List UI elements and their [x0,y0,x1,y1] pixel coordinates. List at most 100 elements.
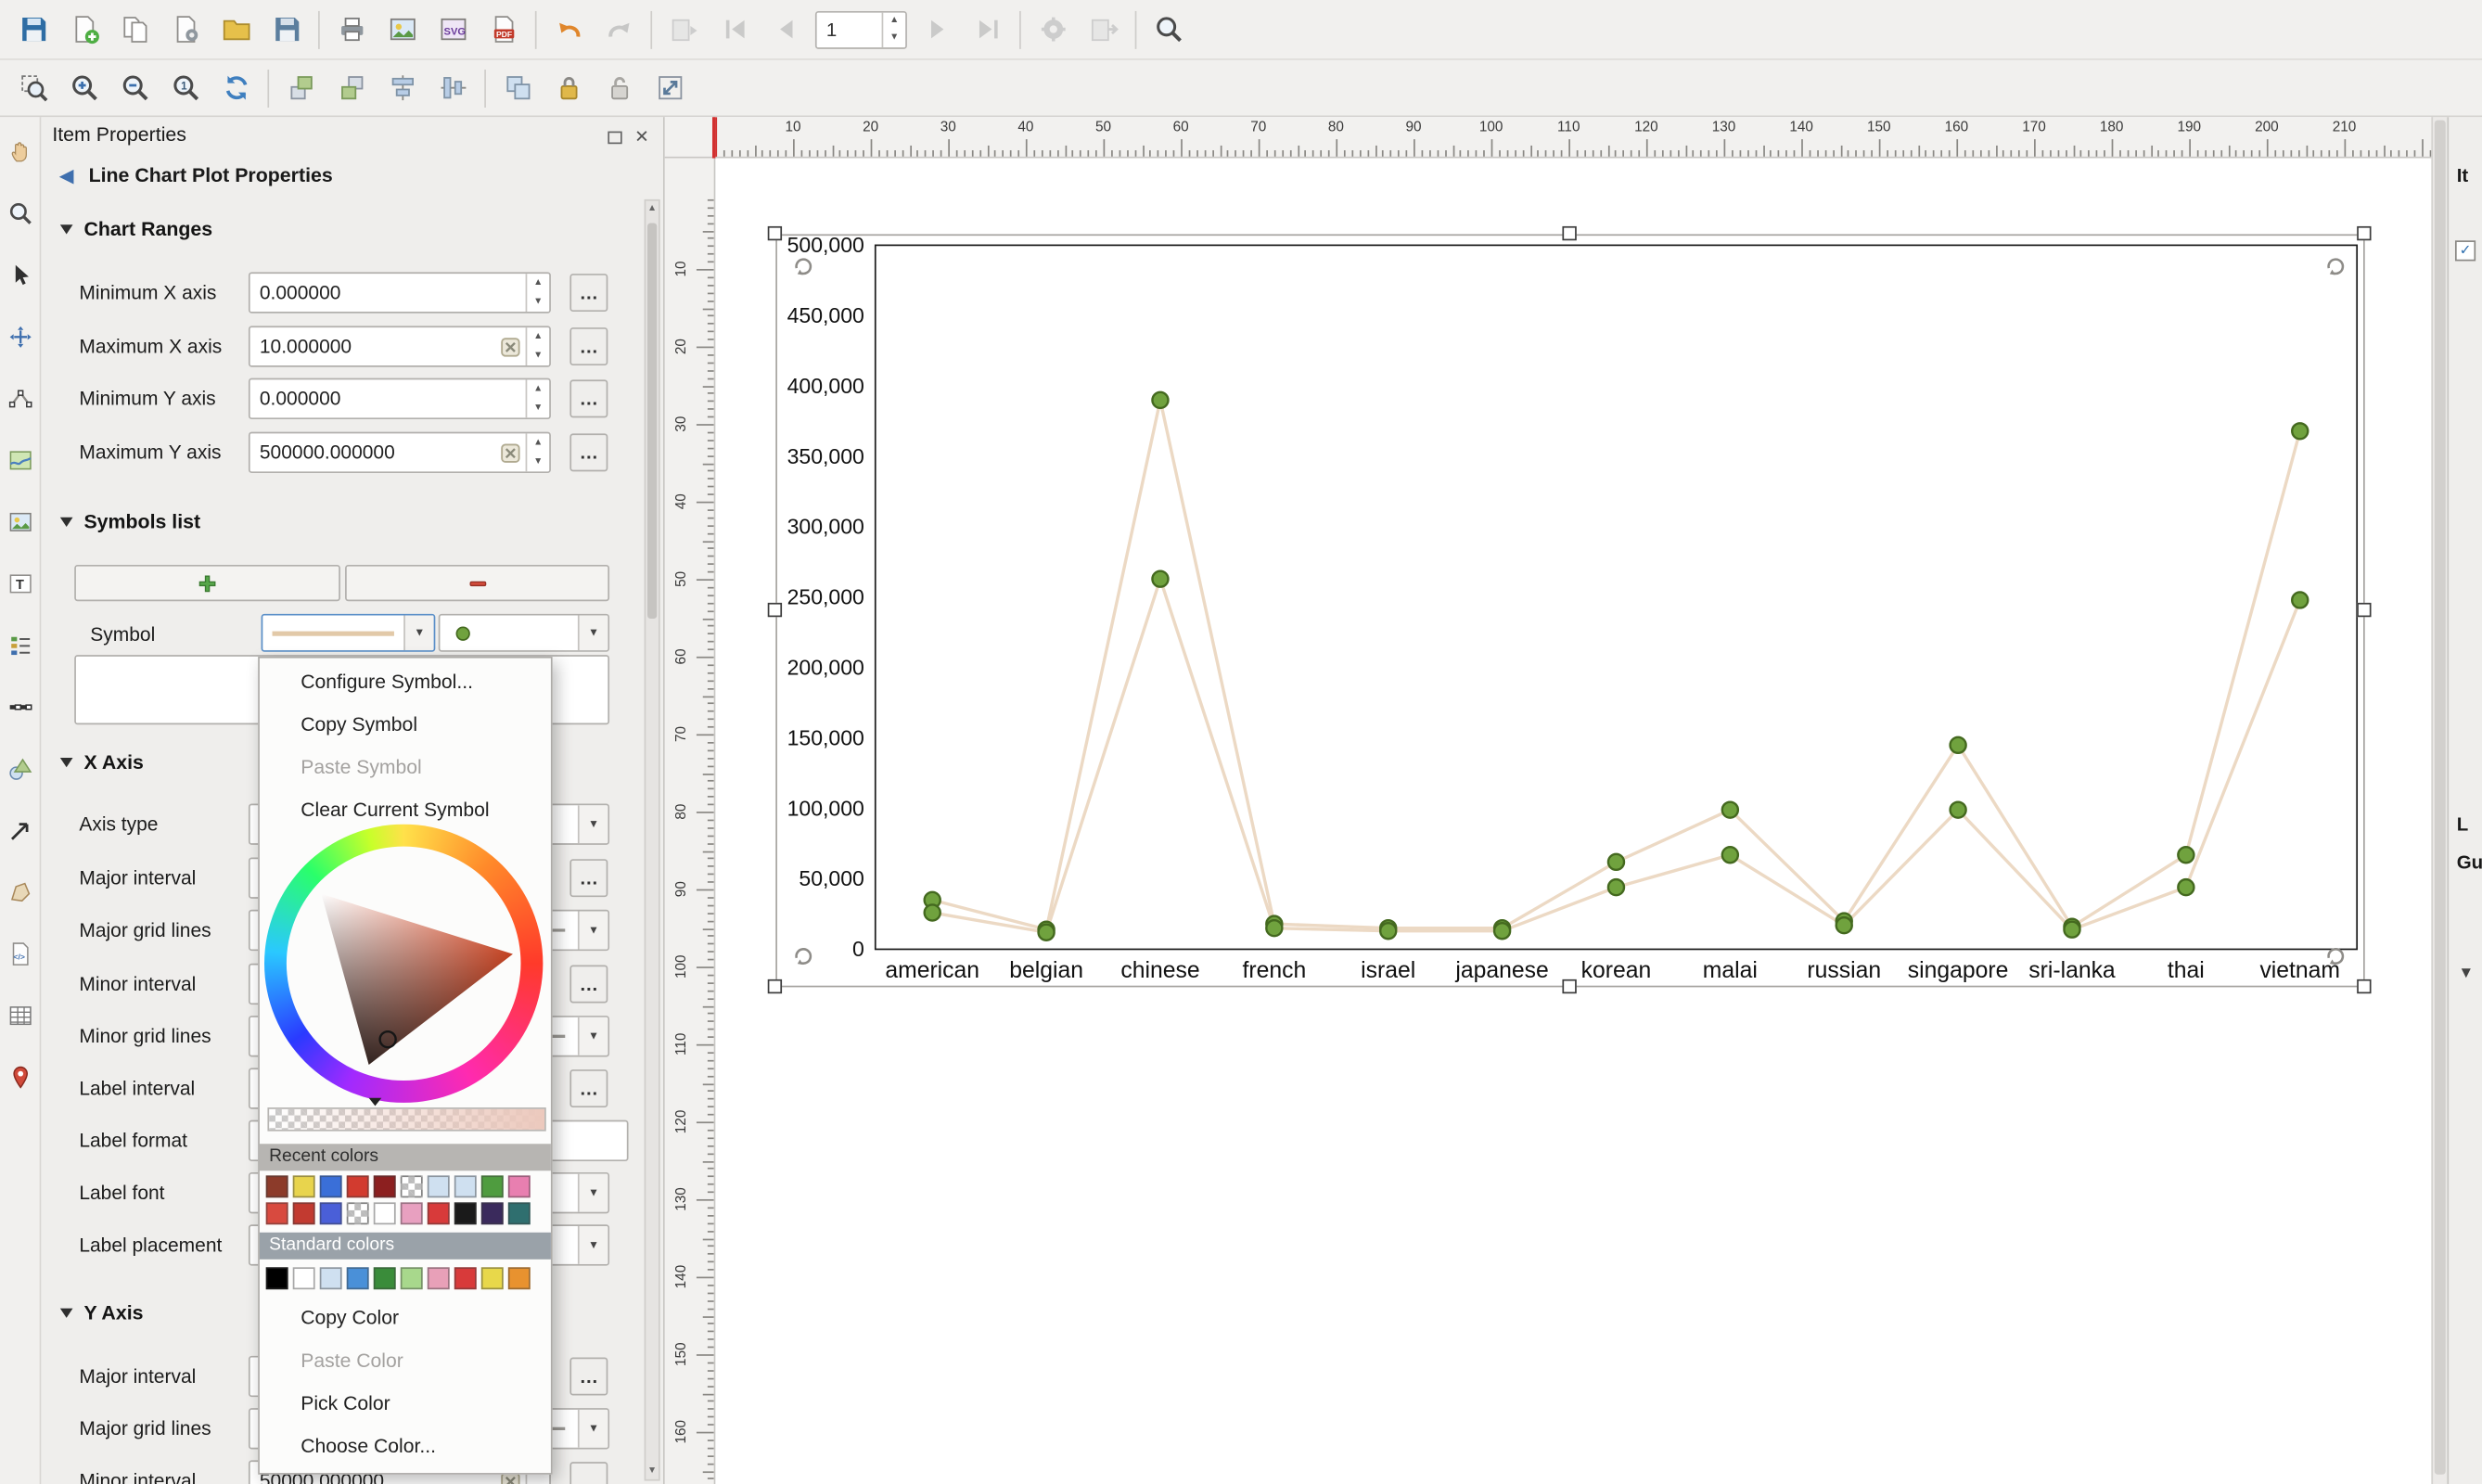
selection-handle[interactable] [768,979,782,993]
add-arrow-tool-button[interactable] [4,814,35,846]
selection-handle[interactable] [768,603,782,617]
selection-handle[interactable] [1562,979,1576,993]
layout-manager-button[interactable] [161,6,209,53]
data-defined-override-button[interactable]: … [569,274,608,312]
zoom-out-button[interactable] [110,64,158,111]
color-swatch[interactable] [481,1202,504,1224]
selection-handle[interactable] [768,226,782,240]
pan-tool-tool-button[interactable] [4,136,35,168]
spinner-arrows-icon[interactable]: ▲▼ [526,379,550,417]
line-symbol-dropdown[interactable]: ▼ [262,614,436,652]
add-legend-tool-button[interactable] [4,630,35,661]
section-chart-ranges[interactable]: Chart Ranges [60,218,212,240]
canvas-vertical-scrollbar[interactable] [2431,117,2447,1484]
color-swatch[interactable] [454,1267,477,1289]
color-swatch[interactable] [454,1202,477,1224]
load-template-button[interactable] [212,6,260,53]
range-spinbox[interactable]: 10.000000▲▼ [249,326,551,366]
section-y-axis[interactable]: Y Axis [60,1302,144,1324]
data-defined-override-button[interactable]: … [569,433,608,471]
add-marker-tool-button[interactable] [4,1062,35,1094]
raise-items-button[interactable] [277,64,325,111]
export-image-button[interactable] [378,6,426,53]
spinner-arrows-icon[interactable]: ▲▼ [526,327,550,365]
color-swatch[interactable] [481,1267,504,1289]
data-defined-override-button[interactable]: … [569,966,608,1004]
color-swatch[interactable] [481,1175,504,1197]
color-swatch[interactable] [401,1175,423,1197]
add-symbol-button[interactable] [74,565,340,601]
duplicate-layout-button[interactable] [110,6,158,53]
color-swatch[interactable] [428,1202,450,1224]
guides-dock-label[interactable]: Gu [2457,851,2482,874]
color-swatch[interactable] [320,1267,342,1289]
atlas-preview-button[interactable] [660,6,708,53]
color-swatch[interactable] [293,1267,315,1289]
spinner-arrows-icon[interactable]: ▲▼ [526,274,550,312]
color-swatch[interactable] [454,1175,477,1197]
color-swatch[interactable] [266,1267,288,1289]
color-swatch[interactable] [508,1175,531,1197]
add-node-item-tool-button[interactable] [4,876,35,908]
page-number-input[interactable]: 1▲▼ [815,10,907,48]
zoom-in-button[interactable] [60,64,108,111]
color-swatch[interactable] [508,1202,531,1224]
panel-scrollbar[interactable]: ▲ ▼ [645,199,660,1481]
clear-value-icon[interactable] [500,442,520,463]
color-swatch[interactable] [320,1202,342,1224]
undo-button[interactable] [544,6,592,53]
export-svg-button[interactable]: SVG [429,6,476,53]
range-spinbox[interactable]: 500000.000000▲▼ [249,432,551,473]
back-icon[interactable]: ◀ [54,163,79,188]
move-content-tool-button[interactable] [4,321,35,352]
data-defined-override-button[interactable]: … [569,859,608,897]
edit-nodes-tool-button[interactable] [4,383,35,415]
color-swatch[interactable] [293,1175,315,1197]
color-swatch[interactable] [374,1202,396,1224]
selection-handle[interactable] [1562,226,1576,240]
range-spinbox[interactable]: 0.000000▲▼ [249,272,551,313]
line-chart-item[interactable]: 050,000100,000150,000200,000250,000300,0… [775,234,2364,987]
export-pdf-button[interactable]: PDF [480,6,527,53]
data-defined-override-button[interactable]: … [569,327,608,365]
data-defined-override-button[interactable]: … [569,379,608,417]
color-swatch[interactable] [374,1175,396,1197]
marker-symbol-dropdown[interactable]: ▼ [439,614,609,652]
zoom-tool-tool-button[interactable] [4,198,35,229]
group-items-button[interactable] [493,64,541,111]
scrollbar-thumb[interactable] [2435,121,2446,1475]
first-feature-button[interactable] [710,6,758,53]
color-swatch[interactable] [401,1202,423,1224]
section-symbols-list[interactable]: Symbols list [60,511,200,533]
previous-feature-button[interactable] [761,6,809,53]
menu-item[interactable]: Configure Symbol... [260,661,551,704]
color-swatch[interactable] [293,1202,315,1224]
unlock-items-button[interactable] [595,64,643,111]
save-template-button[interactable] [262,6,310,53]
opacity-slider[interactable] [267,1107,545,1132]
save-project-button[interactable] [9,6,57,53]
color-swatch[interactable] [347,1175,369,1197]
zoom-layout-button[interactable] [1145,6,1192,53]
export-atlas-button[interactable] [1080,6,1127,53]
add-html-tool-button[interactable]: </> [4,939,35,970]
lock-items-button[interactable] [544,64,592,111]
range-spinbox[interactable]: 0.000000▲▼ [249,378,551,419]
remove-symbol-button[interactable] [345,565,609,601]
scroll-down-icon[interactable]: ▼ [646,1464,659,1479]
scroll-up-icon[interactable]: ▲ [646,201,659,217]
last-feature-button[interactable] [964,6,1011,53]
color-swatch[interactable] [508,1267,531,1289]
new-layout-button[interactable] [60,6,108,53]
spinner-arrows-icon[interactable]: ▲▼ [526,433,550,471]
print-button[interactable] [327,6,375,53]
color-swatch[interactable] [266,1175,288,1197]
refresh-button[interactable] [212,64,260,111]
align-items-button[interactable] [378,64,426,111]
add-attribute-table-tool-button[interactable] [4,1000,35,1031]
spinner-arrows-icon[interactable]: ▲▼ [882,12,906,47]
color-swatch[interactable] [374,1267,396,1289]
menu-item[interactable]: Copy Symbol [260,704,551,747]
clear-value-icon[interactable] [500,336,520,356]
menu-item[interactable]: Copy Color [260,1298,551,1340]
